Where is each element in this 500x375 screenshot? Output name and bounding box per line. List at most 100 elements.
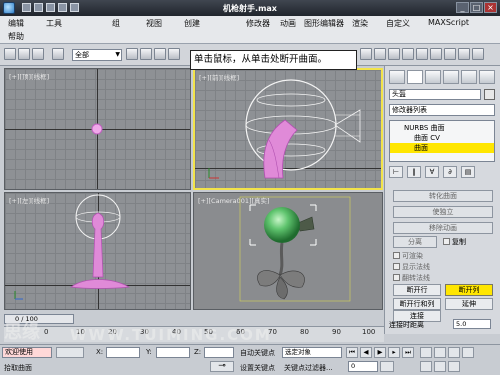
make-rigid-button[interactable]: 转化曲面 [393, 190, 493, 202]
title-bar: 机枪射手.max _ □ × [0, 0, 500, 16]
unlink-icon[interactable] [18, 48, 30, 60]
key-filters-button[interactable]: 关键点过滤器... [284, 363, 333, 373]
viewport-front[interactable]: [+][前][线框] [193, 68, 383, 190]
tick-label: 80 [300, 328, 309, 336]
minimize-button[interactable]: _ [456, 2, 469, 13]
maximize-viewport-icon[interactable] [448, 361, 460, 372]
rendered-frame-icon[interactable] [458, 48, 470, 60]
zoom-extents-icon[interactable] [448, 347, 460, 358]
modifier-list-dropdown[interactable]: 修改器列表 [389, 104, 495, 116]
undo-toolbar-icon[interactable] [52, 48, 64, 60]
menu-create[interactable]: 创建 [184, 18, 200, 29]
curve-editor-icon[interactable] [402, 48, 414, 60]
pan-icon[interactable] [462, 347, 474, 358]
tick-label: 100 [362, 328, 376, 336]
detach-button[interactable]: 分离 [393, 236, 437, 248]
viewport-camera[interactable]: [+][Camera001][真实] [193, 192, 383, 310]
render-setup-icon[interactable] [444, 48, 456, 60]
close-button[interactable]: × [484, 2, 497, 13]
layer-manager-icon[interactable] [388, 48, 400, 60]
stack-item-surface-cv[interactable]: 曲面 CV [390, 133, 494, 143]
x-coordinate-field[interactable] [106, 347, 140, 358]
break-row-column-button[interactable]: 断开行和列 [393, 298, 441, 310]
command-panel: 头盔 修改器列表 NURBS 曲面 曲面 CV 曲面 ⊢ ‖ ∀ ∂ ▤ 转化曲面 使独… [384, 66, 500, 334]
set-key-button[interactable]: 设置关键点 [240, 363, 275, 373]
schematic-view-icon[interactable] [416, 48, 428, 60]
selection-lock-icon[interactable] [56, 347, 84, 358]
mirror-icon[interactable] [360, 48, 372, 60]
current-frame-field[interactable]: 0 [348, 361, 378, 372]
select-by-name-icon[interactable] [140, 48, 152, 60]
play-icon[interactable]: ▶ [374, 347, 386, 358]
menu-customize[interactable]: 自定义 [386, 18, 410, 29]
renderable-checkbox[interactable]: 可渲染 [393, 251, 423, 261]
configure-sets-icon[interactable]: ▤ [461, 166, 475, 178]
display-normals-checkbox[interactable]: 显示法线 [393, 262, 430, 272]
menu-modifiers[interactable]: 修改器 [246, 18, 270, 29]
motion-tab-icon[interactable] [443, 70, 459, 84]
select-object-icon[interactable] [126, 48, 138, 60]
previous-frame-icon[interactable]: ◀ [360, 347, 372, 358]
window-crossing-icon[interactable] [168, 48, 180, 60]
viewport-left[interactable]: [+][左][线框] [4, 192, 191, 310]
create-tab-icon[interactable] [389, 70, 405, 84]
menu-help[interactable]: 帮助 [8, 31, 24, 42]
remove-modifier-icon[interactable]: ∂ [443, 166, 457, 178]
stack-item-surface[interactable]: 曲面 [390, 143, 494, 153]
key-mode-dropdown[interactable]: 选定对象 [282, 347, 342, 358]
object-name-field[interactable]: 头盔 [389, 89, 481, 100]
stack-item-nurbs-surface[interactable]: NURBS 曲面 [390, 123, 494, 133]
zoom-icon[interactable] [420, 347, 432, 358]
object-color-swatch[interactable] [484, 89, 495, 100]
break-column-button[interactable]: 断开列 [445, 284, 493, 296]
menu-maxscript[interactable]: MAXScript [428, 18, 469, 27]
checkbox-icon [393, 263, 400, 270]
zoom-all-icon[interactable] [434, 347, 446, 358]
menu-tools[interactable]: 工具 [46, 18, 62, 29]
next-frame-icon[interactable]: ▸ [388, 347, 400, 358]
menu-rendering[interactable]: 渲染 [352, 18, 368, 29]
checkbox-icon [443, 238, 450, 245]
key-icon[interactable]: ⊸ [210, 361, 234, 372]
remove-animation-button[interactable]: 移除动画 [393, 222, 493, 234]
viewport-top[interactable]: [+][顶][线框] [4, 68, 191, 190]
maximize-button[interactable]: □ [470, 2, 483, 13]
menu-graph-editors[interactable]: 图形编辑器 [304, 18, 344, 29]
menu-animation[interactable]: 动画 [280, 18, 296, 29]
copy-checkbox[interactable]: 复制 [443, 237, 466, 247]
material-editor-icon[interactable] [430, 48, 442, 60]
pin-stack-icon[interactable]: ⊢ [389, 166, 403, 178]
checkbox-icon [393, 274, 400, 281]
front-view-wireframe [208, 79, 361, 179]
selection-filter-dropdown[interactable]: 全部 ▼ [72, 49, 122, 61]
make-unique-icon[interactable]: ∀ [425, 166, 439, 178]
time-config-icon[interactable] [380, 361, 394, 372]
go-to-start-icon[interactable]: ⏮ [346, 347, 358, 358]
flip-normals-checkbox[interactable]: 翻转法线 [393, 273, 430, 283]
modify-tab-icon[interactable] [407, 70, 423, 84]
field-of-view-icon[interactable] [420, 361, 432, 372]
menu-views[interactable]: 视图 [146, 18, 162, 29]
y-coordinate-field[interactable] [156, 347, 190, 358]
extend-button[interactable]: 延伸 [445, 298, 493, 310]
select-link-icon[interactable] [4, 48, 16, 60]
go-to-end-icon[interactable]: ⏭ [402, 347, 414, 358]
copy-checkbox-label: 复制 [452, 238, 466, 246]
maxscript-listener-field[interactable]: 欢迎使用 [2, 347, 52, 358]
render-production-icon[interactable] [472, 48, 484, 60]
hierarchy-tab-icon[interactable] [425, 70, 441, 84]
connect-distance-field[interactable]: 5.0 [453, 319, 491, 329]
bind-spacewarp-icon[interactable] [32, 48, 44, 60]
make-independent-button[interactable]: 使独立 [393, 206, 493, 218]
orbit-icon[interactable] [434, 361, 446, 372]
display-tab-icon[interactable] [461, 70, 477, 84]
utilities-tab-icon[interactable] [479, 70, 495, 84]
break-row-button[interactable]: 断开行 [393, 284, 441, 296]
menu-edit[interactable]: 编辑 [8, 18, 24, 29]
z-coordinate-field[interactable] [204, 347, 234, 358]
rect-select-icon[interactable] [154, 48, 166, 60]
align-icon[interactable] [374, 48, 386, 60]
auto-key-button[interactable]: 自动关键点 [240, 348, 275, 358]
show-end-result-icon[interactable]: ‖ [407, 166, 421, 178]
menu-group[interactable]: 组 [112, 18, 120, 29]
